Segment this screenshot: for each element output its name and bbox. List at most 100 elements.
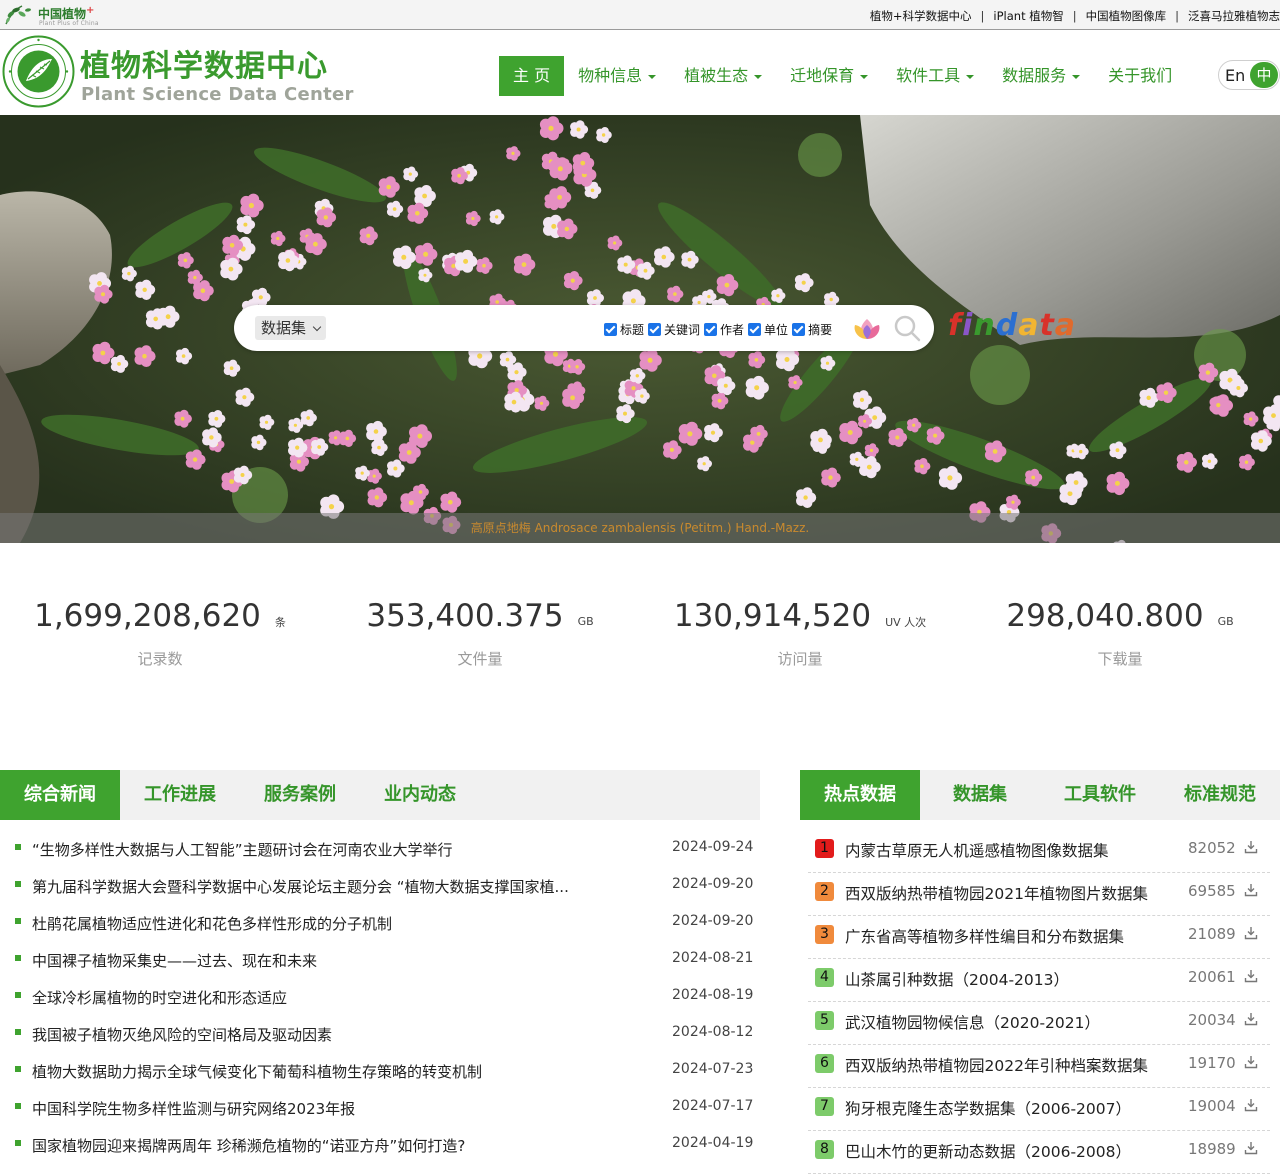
top-link-image-library[interactable]: 中国植物图像库: [1086, 9, 1167, 23]
top-link-iplant[interactable]: iPlant 植物智: [993, 9, 1063, 23]
download-icon[interactable]: [1244, 1141, 1258, 1155]
dataset-name[interactable]: 广东省高等植物多样性编目和分布数据集: [845, 925, 1124, 947]
dataset-name[interactable]: 武汉植物园物候信息（2020-2021）: [845, 1011, 1100, 1033]
site-title: 植物科学数据中心: [80, 49, 328, 84]
filter-title[interactable]: 标题: [604, 321, 644, 338]
dataset-name[interactable]: 山茶属引种数据（2004-2013）: [845, 968, 1069, 990]
hot-data-item[interactable]: 2 西双版纳热带植物园2021年植物图片数据集 69585: [808, 873, 1270, 916]
top-link-flora-himalaya[interactable]: 泛喜马拉雅植物志: [1188, 9, 1280, 23]
hot-data-item[interactable]: 4 山茶属引种数据（2004-2013） 20061: [808, 959, 1270, 1002]
search-bar[interactable]: 数据集 标题 关键词 作者 单位 摘要: [234, 305, 934, 351]
download-icon[interactable]: [1244, 840, 1258, 854]
filter-keyword[interactable]: 关键词: [648, 321, 700, 338]
nav-vegetation-ecology[interactable]: 植被生态: [670, 56, 776, 96]
news-title[interactable]: 第九届科学数据大会暨科学数据中心发展论坛主题分会 “植物大数据支撑国家植...: [32, 876, 569, 897]
news-date: 2024-09-20: [672, 876, 754, 892]
dataset-name[interactable]: 西双版纳热带植物园2021年植物图片数据集: [845, 882, 1148, 904]
nav-label: 关于我们: [1108, 66, 1173, 85]
stats-panel: 1,699,208,620 条记录数 353,400.375 GB 文件量 130,914…: [0, 543, 1280, 760]
news-item[interactable]: 国家植物园迎来揭牌两周年 珍稀濒危植物的“诺亚方舟”如何打造? 2024-04-1…: [0, 1126, 760, 1163]
hot-data-item[interactable]: 3 广东省高等植物多样性编目和分布数据集 21089: [808, 916, 1270, 959]
search-icon[interactable]: [893, 314, 921, 342]
news-item[interactable]: 中国科学院生物多样性监测与研究网络2023年报 2024-07-17: [0, 1089, 760, 1126]
nav-home[interactable]: 主 页: [499, 56, 565, 96]
nav-software-tools[interactable]: 软件工具: [882, 56, 988, 96]
dataset-name[interactable]: 狗牙根克隆生态学数据集（2006-2007）: [845, 1097, 1131, 1119]
hot-data-item[interactable]: 1 内蒙古草原无人机遥感植物图像数据集 82052: [808, 830, 1270, 873]
download-icon[interactable]: [1244, 926, 1258, 940]
news-title[interactable]: “生物多样性大数据与人工智能”主题研讨会在河南农业大学举行: [32, 839, 453, 860]
news-item[interactable]: 杜鹃花属植物适应性进化和花色多样性形成的分子机制 2024-09-20: [0, 904, 760, 941]
download-icon[interactable]: [1244, 1012, 1258, 1026]
news-list: “生物多样性大数据与人工智能”主题研讨会在河南农业大学举行 2024-09-24 第…: [0, 830, 760, 1163]
checkbox-checked-icon[interactable]: [648, 323, 662, 336]
news-title[interactable]: 中国裸子植物采集史——过去、现在和未来: [32, 950, 317, 971]
nav-species-info[interactable]: 物种信息: [564, 56, 670, 96]
top-link-plant-plus[interactable]: 植物+科学数据中心: [870, 9, 972, 23]
dataset-name[interactable]: 西双版纳热带植物园2022年引种档案数据集: [845, 1054, 1148, 1076]
hot-data-item[interactable]: 6 西双版纳热带植物园2022年引种档案数据集 19170: [808, 1045, 1270, 1088]
hot-data-item[interactable]: 8 巴山木竹的更新动态数据（2006-2008） 18989: [808, 1131, 1270, 1174]
tab-service-cases[interactable]: 服务案例: [240, 770, 360, 820]
lotus-icon[interactable]: [850, 317, 884, 341]
top-links: 植物+科学数据中心 | iPlant 植物智 | 中国植物图像库 | 泛喜马拉雅植物志: [869, 9, 1280, 23]
hot-data-item[interactable]: 5 武汉植物园物候信息（2020-2021） 20034: [808, 1002, 1270, 1045]
news-date: 2024-08-21: [672, 950, 754, 966]
filter-author[interactable]: 作者: [704, 321, 744, 338]
filter-abstract[interactable]: 摘要: [792, 321, 832, 338]
news-date: 2024-08-12: [672, 1024, 754, 1040]
news-item[interactable]: “生物多样性大数据与人工智能”主题研讨会在河南农业大学举行 2024-09-24: [0, 830, 760, 867]
tab-tool-software[interactable]: 工具软件: [1040, 770, 1160, 820]
nav-data-services[interactable]: 数据服务: [988, 56, 1094, 96]
dataset-name[interactable]: 内蒙古草原无人机遥感植物图像数据集: [845, 839, 1109, 861]
news-item[interactable]: 第九届科学数据大会暨科学数据中心发展论坛主题分会 “植物大数据支撑国家植... 2…: [0, 867, 760, 904]
tab-datasets[interactable]: 数据集: [920, 770, 1040, 820]
nav-about-us[interactable]: 关于我们: [1094, 56, 1186, 96]
news-title[interactable]: 国家植物园迎来揭牌两周年 珍稀濒危植物的“诺亚方舟”如何打造?: [32, 1135, 465, 1156]
tab-hot-data[interactable]: 热点数据: [800, 770, 920, 820]
findata-logo[interactable]: findata: [948, 308, 1076, 343]
language-toggle[interactable]: En 中: [1218, 60, 1280, 90]
stat-files: 353,400.375 GB 文件量: [320, 598, 640, 669]
stat-unit: GB: [577, 615, 594, 628]
news-item[interactable]: 植物大数据助力揭示全球气候变化下葡萄科植物生存策略的转变机制 2024-07-23: [0, 1052, 760, 1089]
news-item[interactable]: 我国被子植物灭绝风险的空间格局及驱动因素 2024-08-12: [0, 1015, 760, 1052]
lang-en-option[interactable]: En: [1225, 66, 1245, 85]
nav-ex-situ-conservation[interactable]: 迁地保育: [776, 56, 882, 96]
main-nav: 主 页 物种信息 植被生态 迁地保育 软件工具 数据服务 关于我们: [499, 56, 1186, 96]
download-icon[interactable]: [1244, 1098, 1258, 1112]
checkbox-checked-icon[interactable]: [704, 323, 718, 336]
findata-letter: d: [995, 308, 1019, 343]
news-date: 2024-04-19: [672, 1135, 754, 1151]
caret-down-icon: [648, 74, 657, 79]
download-icon[interactable]: [1244, 883, 1258, 897]
search-scope-label: 数据集: [261, 319, 307, 337]
news-date: 2024-08-19: [672, 987, 754, 1003]
news-item[interactable]: 中国裸子植物采集史——过去、现在和未来 2024-08-21: [0, 941, 760, 978]
checkbox-checked-icon[interactable]: [604, 323, 617, 336]
mini-logo-plus: +: [86, 5, 95, 16]
lang-zh-option[interactable]: 中: [1250, 62, 1278, 88]
news-title[interactable]: 植物大数据助力揭示全球气候变化下葡萄科植物生存策略的转变机制: [32, 1061, 482, 1082]
dataset-name[interactable]: 巴山木竹的更新动态数据（2006-2008）: [845, 1140, 1131, 1162]
tab-work-progress[interactable]: 工作进展: [120, 770, 240, 820]
news-title[interactable]: 中国科学院生物多样性监测与研究网络2023年报: [32, 1098, 355, 1119]
filter-institution[interactable]: 单位: [748, 321, 788, 338]
news-item[interactable]: 全球冷杉属植物的时空进化和形态适应 2024-08-19: [0, 978, 760, 1015]
news-title[interactable]: 我国被子植物灭绝风险的空间格局及驱动因素: [32, 1024, 332, 1045]
center-emblem-icon[interactable]: [2, 35, 75, 108]
download-count: 20034: [1188, 1011, 1236, 1029]
download-icon[interactable]: [1244, 1055, 1258, 1069]
news-title[interactable]: 全球冷杉属植物的时空进化和形态适应: [32, 987, 287, 1008]
tab-general-news[interactable]: 综合新闻: [0, 770, 120, 820]
search-scope-select[interactable]: 数据集: [255, 316, 327, 340]
tab-standards[interactable]: 标准规范: [1160, 770, 1280, 820]
findata-letter: t: [1039, 308, 1055, 343]
tab-industry-news[interactable]: 业内动态: [360, 770, 480, 820]
mini-logo[interactable]: 中国植物+ Plant Plus of China: [2, 2, 112, 28]
hot-data-item[interactable]: 7 狗牙根克隆生态学数据集（2006-2007） 19004: [808, 1088, 1270, 1131]
checkbox-checked-icon[interactable]: [748, 323, 762, 336]
checkbox-checked-icon[interactable]: [792, 323, 806, 336]
download-icon[interactable]: [1244, 969, 1258, 983]
news-title[interactable]: 杜鹃花属植物适应性进化和花色多样性形成的分子机制: [32, 913, 392, 934]
